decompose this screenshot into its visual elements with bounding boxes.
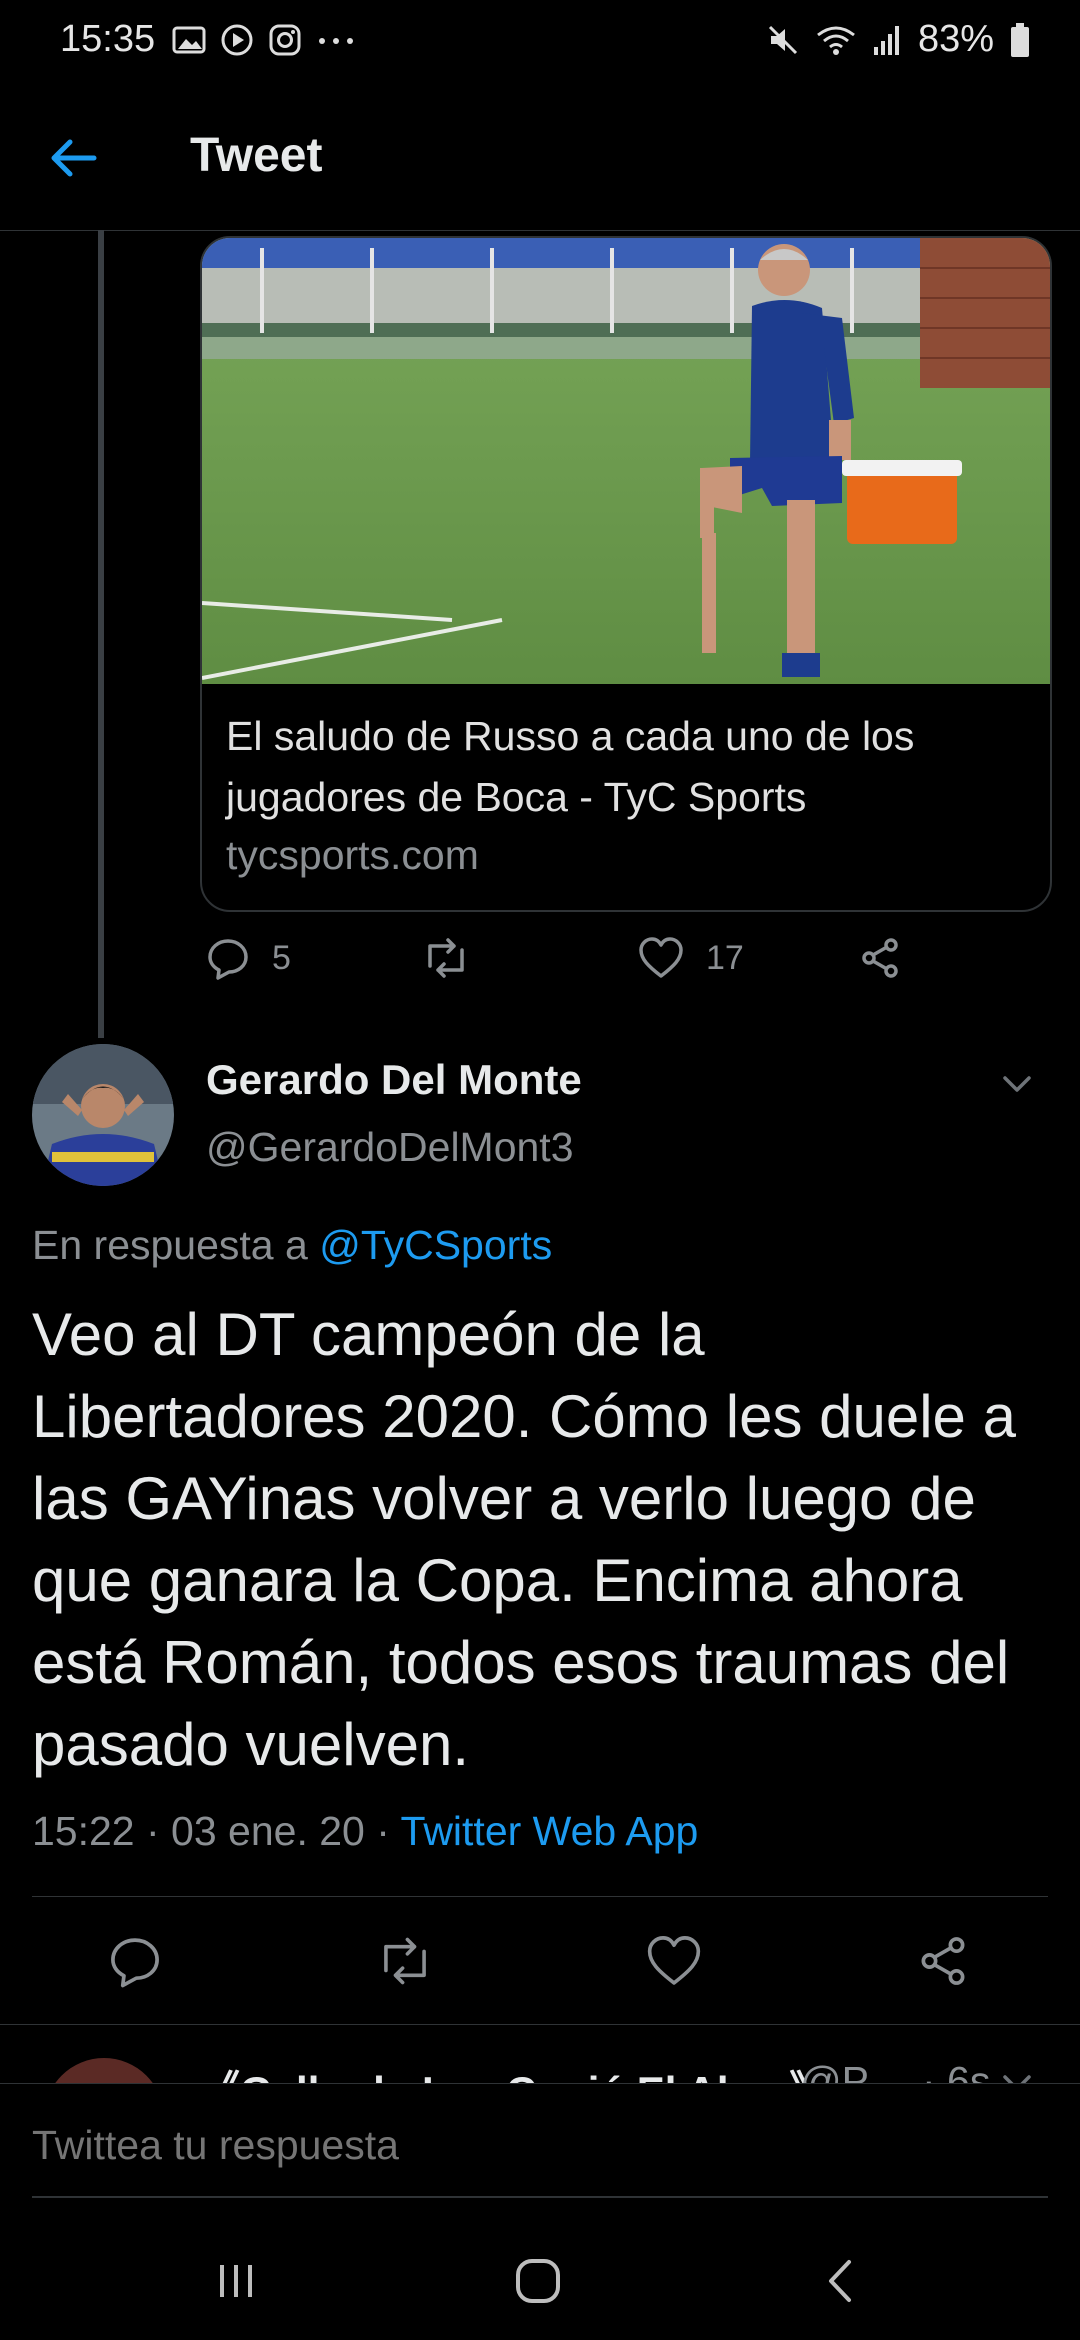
heart-icon xyxy=(639,937,683,978)
tweet-timestamp: 15:22 · 03 ene. 20 · xyxy=(32,1808,401,1854)
status-left-icons xyxy=(172,20,356,60)
thread-connector-line xyxy=(98,230,104,1038)
author-name[interactable]: Gerardo Del Monte xyxy=(206,1056,582,1104)
heart-icon xyxy=(647,1936,701,1985)
share-icon xyxy=(862,938,898,978)
next-reply-item[interactable]: 《Gallardo Les Cogió El Alma》 @P · 6s xyxy=(0,2025,1080,2083)
signal-icon xyxy=(873,25,899,55)
reply-input[interactable] xyxy=(32,2122,992,2169)
reply-icon xyxy=(111,1938,159,1988)
status-bar: 15:35 83% xyxy=(0,0,1080,84)
reply-mention-link[interactable]: @TyCSports xyxy=(319,1222,552,1268)
chevron-down-icon xyxy=(1003,1076,1031,1092)
back-button[interactable] xyxy=(46,130,102,186)
share-icon xyxy=(921,1937,965,1985)
gallery-icon xyxy=(172,26,206,54)
reply-icon xyxy=(208,939,248,980)
avatar[interactable] xyxy=(32,1044,174,1186)
retweet-action[interactable] xyxy=(420,932,472,984)
divider xyxy=(32,1896,1048,1897)
author-handle[interactable]: @GerardoDelMont3 xyxy=(206,1124,574,1171)
tweet-text: Veo al DT campeón de la Libertadores 202… xyxy=(32,1301,1016,1778)
tweet-time: · 6s xyxy=(922,2058,991,2083)
battery-percent: 83% xyxy=(917,18,994,60)
more-dots-icon xyxy=(319,38,353,44)
link-preview-image xyxy=(202,238,1050,684)
top-app-bar xyxy=(0,84,1080,231)
home-button[interactable] xyxy=(498,2246,578,2316)
status-time: 15:35 xyxy=(60,18,156,60)
reply-context: En respuesta a @TyCSports xyxy=(32,1222,552,1269)
status-right-icons: 83% xyxy=(766,18,1030,61)
reply-input-underline xyxy=(32,2196,1048,2198)
tweet-options-button[interactable] xyxy=(1000,2071,1034,2083)
tweet-meta: 15:22 · 03 ene. 20 · Twitter Web App xyxy=(32,1808,698,1855)
retweet-icon xyxy=(384,1937,426,1985)
wifi-icon xyxy=(817,26,855,55)
recent-apps-icon xyxy=(220,2265,252,2297)
like-count: 17 xyxy=(706,938,744,977)
page-title: Tweet xyxy=(190,129,323,182)
chevron-left-icon xyxy=(829,2260,851,2302)
system-back-button[interactable] xyxy=(800,2246,880,2316)
retweet-icon xyxy=(428,938,464,978)
author-handle[interactable]: @P xyxy=(800,2058,869,2083)
author-name[interactable]: 《Gallardo Les Cogió El Alma》 xyxy=(198,2058,831,2083)
reply-count: 5 xyxy=(272,938,291,977)
main-like-button[interactable] xyxy=(646,1934,702,2002)
chevron-down-icon xyxy=(1003,2075,1031,2083)
play-icon xyxy=(221,24,253,56)
instagram-icon xyxy=(269,24,301,56)
avatar[interactable] xyxy=(44,2058,164,2083)
recent-apps-button[interactable] xyxy=(196,2246,276,2316)
tweet-options-button[interactable] xyxy=(1000,1072,1034,1101)
link-preview-domain: tycsports.com xyxy=(226,832,479,878)
main-share-button[interactable] xyxy=(916,1934,970,2002)
like-action[interactable]: 17 xyxy=(638,932,744,984)
main-retweet-button[interactable] xyxy=(374,1934,436,2002)
tweet-source-link[interactable]: Twitter Web App xyxy=(401,1808,699,1854)
mute-icon xyxy=(768,25,797,54)
battery-icon xyxy=(1011,22,1029,57)
link-preview-title: El saludo de Russo a cada uno de los jug… xyxy=(226,713,915,820)
home-icon xyxy=(516,2259,560,2303)
main-reply-button[interactable] xyxy=(108,1934,162,2002)
reply-action[interactable]: 5 xyxy=(206,932,291,984)
reply-prefix: En respuesta a xyxy=(32,1222,308,1268)
arrow-left-icon xyxy=(51,139,97,177)
share-action[interactable] xyxy=(858,932,902,984)
